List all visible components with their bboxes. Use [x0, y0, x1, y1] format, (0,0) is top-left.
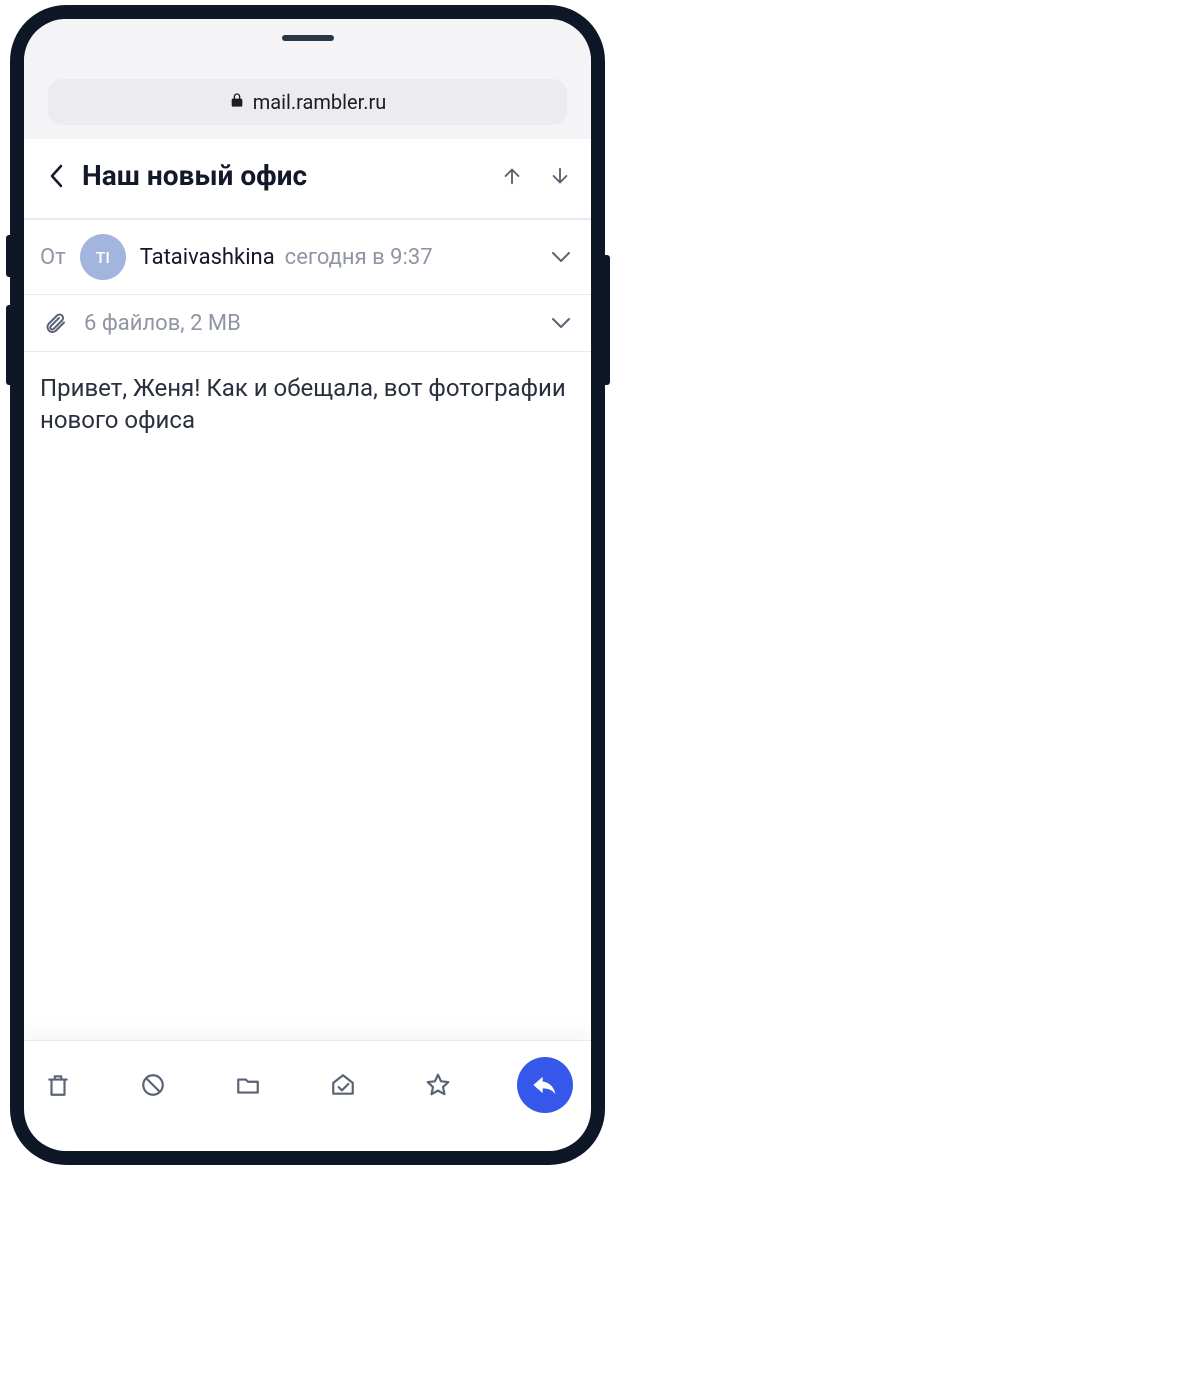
back-button[interactable]: [40, 160, 72, 192]
email-body: Привет, Женя! Как и обещала, вот фотогра…: [24, 351, 591, 1040]
email-subject: Наш новый офис: [82, 159, 497, 192]
attachments-summary: 6 файлов, 2 MB: [84, 311, 547, 336]
body-text: Привет, Женя! Как и обещала, вот фотогра…: [40, 372, 575, 437]
bottom-toolbar: [24, 1040, 591, 1151]
email-header: Наш новый офис: [24, 139, 591, 218]
spam-button[interactable]: [137, 1069, 169, 1101]
sender-row[interactable]: От TI Tataivashkina сегодня в 9:37: [24, 219, 591, 294]
address-bar[interactable]: mail.rambler.ru: [48, 79, 567, 125]
timestamp: сегодня в 9:37: [285, 245, 547, 270]
next-message-button[interactable]: [545, 161, 575, 191]
from-label: От: [40, 245, 66, 270]
avatar-initials: TI: [96, 248, 110, 267]
attachments-row[interactable]: 6 файлов, 2 MB: [24, 294, 591, 351]
phone-screen: mail.rambler.ru Наш новый офис От TI: [24, 19, 591, 1151]
phone-side-button: [6, 235, 12, 277]
sender-name: Tataivashkina: [140, 245, 275, 270]
url-text: mail.rambler.ru: [253, 90, 387, 114]
paperclip-icon: [42, 310, 68, 336]
mark-read-button[interactable]: [327, 1069, 359, 1101]
nav-arrows: [497, 161, 575, 191]
avatar: TI: [80, 234, 126, 280]
reply-button[interactable]: [517, 1057, 573, 1113]
star-button[interactable]: [422, 1069, 454, 1101]
phone-side-button: [604, 255, 610, 385]
chevron-down-icon[interactable]: [547, 309, 575, 337]
prev-message-button[interactable]: [497, 161, 527, 191]
phone-side-button: [6, 305, 12, 385]
phone-frame: mail.rambler.ru Наш новый офис От TI: [10, 5, 605, 1165]
lock-icon: [229, 92, 245, 112]
phone-speaker: [282, 35, 334, 41]
chevron-down-icon[interactable]: [547, 243, 575, 271]
delete-button[interactable]: [42, 1069, 74, 1101]
move-folder-button[interactable]: [232, 1069, 264, 1101]
